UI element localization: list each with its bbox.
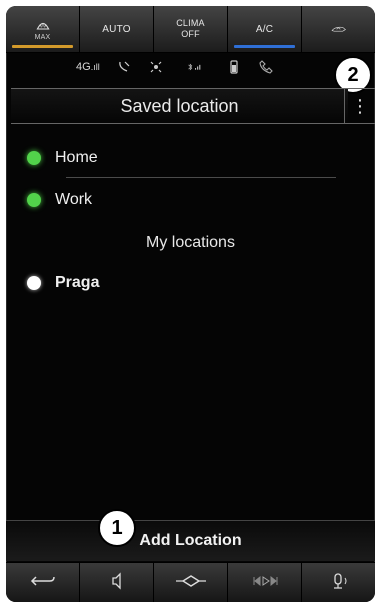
status-bar: 4G.ıll: [6, 52, 375, 86]
ac-indicator: [234, 45, 295, 48]
list-item-label: Praga: [55, 274, 100, 291]
climate-bar: MAX AUTO CLIMA OFF A/C: [6, 6, 375, 53]
media-controls-icon: [248, 572, 282, 595]
add-location-button[interactable]: Add Location: [6, 520, 375, 561]
status-dot-icon: [27, 151, 41, 165]
callout-1: 1: [98, 509, 136, 547]
microphone-icon: [322, 572, 356, 595]
defrost-icon: [35, 17, 51, 33]
status-dot-icon: [27, 193, 41, 207]
home-logo-icon: [174, 572, 208, 595]
back-arrow-icon: [26, 572, 60, 595]
speaker-icon: [100, 571, 134, 595]
clima-label: CLIMA: [176, 18, 205, 28]
back-button[interactable]: [6, 563, 80, 602]
media-controls-button[interactable]: [228, 563, 302, 602]
recirculation-button[interactable]: [302, 6, 375, 52]
ac-label: A/C: [255, 23, 274, 35]
more-options-button[interactable]: ⋮: [344, 88, 375, 124]
add-location-label: Add Location: [139, 532, 242, 549]
volume-button[interactable]: [80, 563, 154, 602]
max-indicator: [12, 45, 73, 48]
section-title-my-locations: My locations: [146, 234, 235, 251]
more-icon: ⋮: [351, 95, 369, 116]
list-item-label: Home: [55, 149, 98, 166]
page-title: Saved location: [11, 88, 348, 124]
max-defrost-button[interactable]: MAX: [6, 6, 80, 52]
battery-icon: [226, 59, 242, 75]
list-item-praga[interactable]: Praga: [6, 265, 375, 301]
phone-icon: [258, 59, 274, 75]
list-item-home[interactable]: Home: [6, 140, 375, 176]
phone-muted-icon: [116, 59, 132, 75]
list-item-work[interactable]: Work: [6, 182, 375, 218]
recirculation-icon: [331, 21, 347, 37]
auto-button[interactable]: AUTO: [80, 6, 154, 52]
wifi-hotspot-icon: [148, 59, 164, 75]
divider: [66, 177, 336, 178]
auto-label: AUTO: [102, 23, 131, 35]
bottom-nav: [6, 562, 375, 602]
voice-button[interactable]: [302, 563, 375, 602]
clima-off-button[interactable]: CLIMA OFF: [154, 6, 228, 52]
network-indicator: 4G.ıll: [76, 61, 100, 73]
off-label: OFF: [181, 29, 200, 39]
location-dot-icon: [27, 276, 41, 290]
home-button[interactable]: [154, 563, 228, 602]
screen: MAX AUTO CLIMA OFF A/C 4G.ıll 2 Saved lo…: [6, 6, 375, 602]
max-label: MAX: [34, 34, 51, 41]
ac-button[interactable]: A/C: [228, 6, 302, 52]
list-item-label: Work: [55, 191, 93, 208]
bluetooth-icon: [180, 59, 210, 75]
